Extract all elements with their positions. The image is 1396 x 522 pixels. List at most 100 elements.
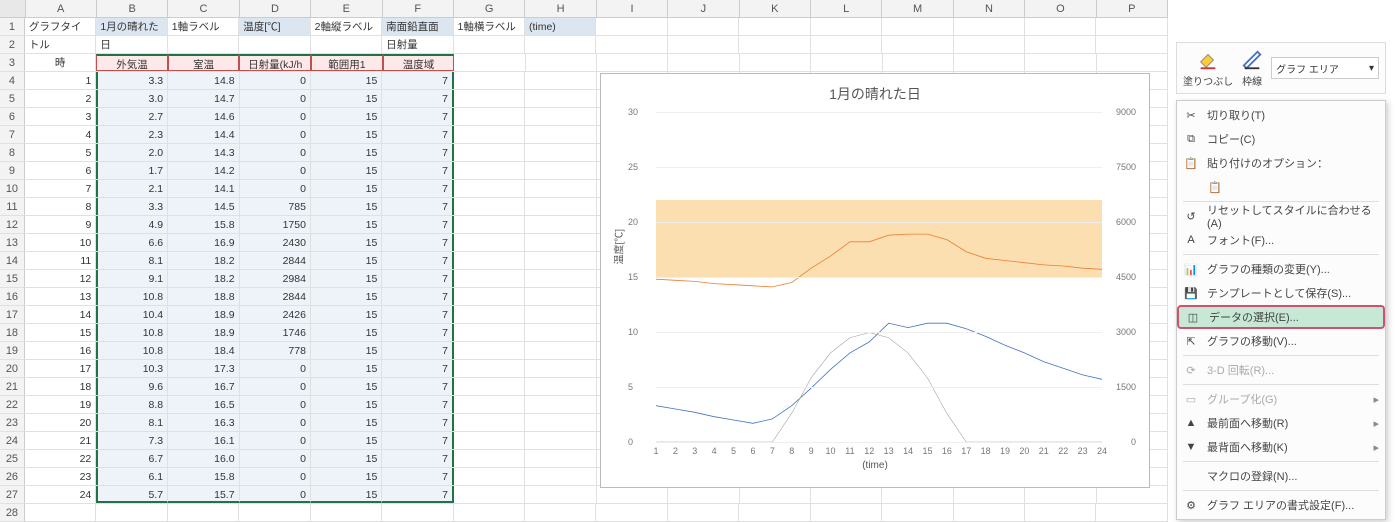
cell-solar[interactable]: 0 — [240, 90, 311, 107]
menu-paste-sub[interactable]: 📋 — [1177, 175, 1385, 199]
empty-cell[interactable] — [597, 54, 668, 71]
cell-solar[interactable]: 1750 — [240, 216, 311, 233]
cell-room[interactable]: 18.4 — [168, 342, 239, 359]
cell-range[interactable]: 15 — [311, 432, 382, 449]
cell-outdoor[interactable]: 7.3 — [96, 432, 168, 449]
row-header[interactable]: 14 — [0, 252, 25, 269]
empty-cell[interactable] — [525, 360, 596, 377]
cell-width[interactable]: 7 — [382, 288, 454, 305]
label-cell[interactable]: グラフタイトル — [25, 18, 96, 35]
empty-cell[interactable] — [811, 54, 882, 71]
row-header[interactable]: 3 — [0, 54, 25, 71]
empty-cell[interactable] — [96, 504, 167, 521]
cell-time[interactable]: 2 — [25, 90, 96, 107]
row-header[interactable]: 7 — [0, 126, 25, 143]
cell-time[interactable]: 24 — [25, 486, 96, 503]
cell-solar[interactable]: 0 — [240, 486, 311, 503]
empty-cell[interactable] — [525, 414, 596, 431]
cell-width[interactable]: 7 — [382, 126, 454, 143]
cell-time[interactable]: 16 — [25, 342, 96, 359]
cell-outdoor[interactable]: 10.8 — [96, 324, 168, 341]
cell-range[interactable]: 15 — [311, 90, 382, 107]
empty-cell[interactable] — [525, 396, 596, 413]
cell-outdoor[interactable]: 6.1 — [96, 468, 168, 485]
empty-cell[interactable] — [526, 54, 597, 71]
empty-cell[interactable] — [525, 252, 596, 269]
cell-room[interactable]: 16.7 — [168, 378, 239, 395]
empty-cell[interactable] — [811, 504, 882, 521]
menu-font[interactable]: Aフォント(F)... — [1177, 228, 1385, 252]
empty-cell[interactable] — [882, 486, 953, 503]
col-header-L[interactable]: L — [811, 0, 882, 17]
col-header-E[interactable]: E — [311, 0, 382, 17]
cell-outdoor[interactable]: 2.3 — [96, 126, 168, 143]
cell-room[interactable]: 14.8 — [168, 72, 239, 89]
cell-time[interactable]: 13 — [25, 288, 96, 305]
cell-width[interactable]: 7 — [382, 396, 454, 413]
label-cell[interactable]: 1月の晴れた日 — [96, 18, 167, 35]
cell-range[interactable]: 15 — [311, 414, 382, 431]
cell-solar[interactable]: 785 — [240, 198, 311, 215]
cell-outdoor[interactable]: 8.1 — [96, 252, 168, 269]
empty-cell[interactable] — [168, 36, 239, 53]
cell-solar[interactable]: 2426 — [240, 306, 311, 323]
empty-cell[interactable] — [454, 468, 525, 485]
row-header[interactable]: 19 — [0, 342, 25, 359]
empty-cell[interactable] — [811, 18, 882, 35]
cell-solar[interactable]: 0 — [240, 414, 311, 431]
cell-outdoor[interactable]: 6.7 — [96, 450, 168, 467]
label-cell[interactable]: 温度[℃] — [239, 18, 310, 35]
row-header[interactable]: 22 — [0, 396, 25, 413]
cell-room[interactable]: 16.0 — [168, 450, 239, 467]
col-header-N[interactable]: N — [954, 0, 1025, 17]
cell-range[interactable]: 15 — [311, 486, 382, 503]
empty-cell[interactable] — [454, 378, 525, 395]
empty-cell[interactable] — [454, 90, 525, 107]
cell-outdoor[interactable]: 9.1 — [96, 270, 168, 287]
cell-solar[interactable]: 0 — [240, 72, 311, 89]
empty-cell[interactable] — [668, 486, 739, 503]
row-header[interactable]: 11 — [0, 198, 25, 215]
empty-cell[interactable] — [311, 36, 382, 53]
cell-solar[interactable]: 0 — [240, 450, 311, 467]
cell-range[interactable]: 15 — [311, 216, 382, 233]
cell-width[interactable]: 7 — [382, 342, 454, 359]
empty-cell[interactable] — [168, 504, 239, 521]
cell-room[interactable]: 14.6 — [168, 108, 239, 125]
cell-width[interactable]: 7 — [382, 162, 454, 179]
cell-time[interactable]: 7 — [25, 180, 96, 197]
row-header[interactable]: 12 — [0, 216, 25, 233]
empty-cell[interactable] — [525, 216, 596, 233]
row-header[interactable]: 18 — [0, 324, 25, 341]
col-header-B[interactable]: B — [97, 0, 168, 17]
empty-cell[interactable] — [1025, 36, 1096, 53]
row-header[interactable]: 8 — [0, 144, 25, 161]
cell-room[interactable]: 14.5 — [168, 198, 239, 215]
empty-cell[interactable] — [525, 342, 596, 359]
empty-cell[interactable] — [739, 504, 810, 521]
row-header[interactable]: 4 — [0, 72, 25, 89]
series-外気温[interactable] — [656, 323, 1102, 423]
row-header[interactable]: 17 — [0, 306, 25, 323]
cell-solar[interactable]: 2844 — [240, 252, 311, 269]
chart-title[interactable]: 1月の晴れた日 — [616, 84, 1134, 104]
empty-cell[interactable] — [882, 36, 953, 53]
empty-cell[interactable] — [382, 36, 453, 53]
cell-time[interactable]: 14 — [25, 306, 96, 323]
empty-cell[interactable] — [1025, 18, 1096, 35]
empty-cell[interactable] — [954, 18, 1025, 35]
cell-range[interactable]: 15 — [311, 288, 382, 305]
empty-cell[interactable] — [454, 270, 525, 287]
empty-cell[interactable] — [525, 468, 596, 485]
label-cell[interactable]: 1軸ラベル — [168, 18, 239, 35]
cell-room[interactable]: 14.4 — [168, 126, 239, 143]
cell-room[interactable]: 16.9 — [168, 234, 239, 251]
hdr-c[interactable]: 室温 — [168, 54, 240, 71]
row-header[interactable]: 13 — [0, 234, 25, 251]
cell-range[interactable]: 15 — [311, 342, 382, 359]
cell-range[interactable]: 15 — [311, 126, 382, 143]
row-header[interactable]: 1 — [0, 18, 25, 35]
cell-room[interactable]: 18.2 — [168, 252, 239, 269]
empty-cell[interactable] — [454, 108, 525, 125]
cell-width[interactable]: 7 — [382, 378, 454, 395]
